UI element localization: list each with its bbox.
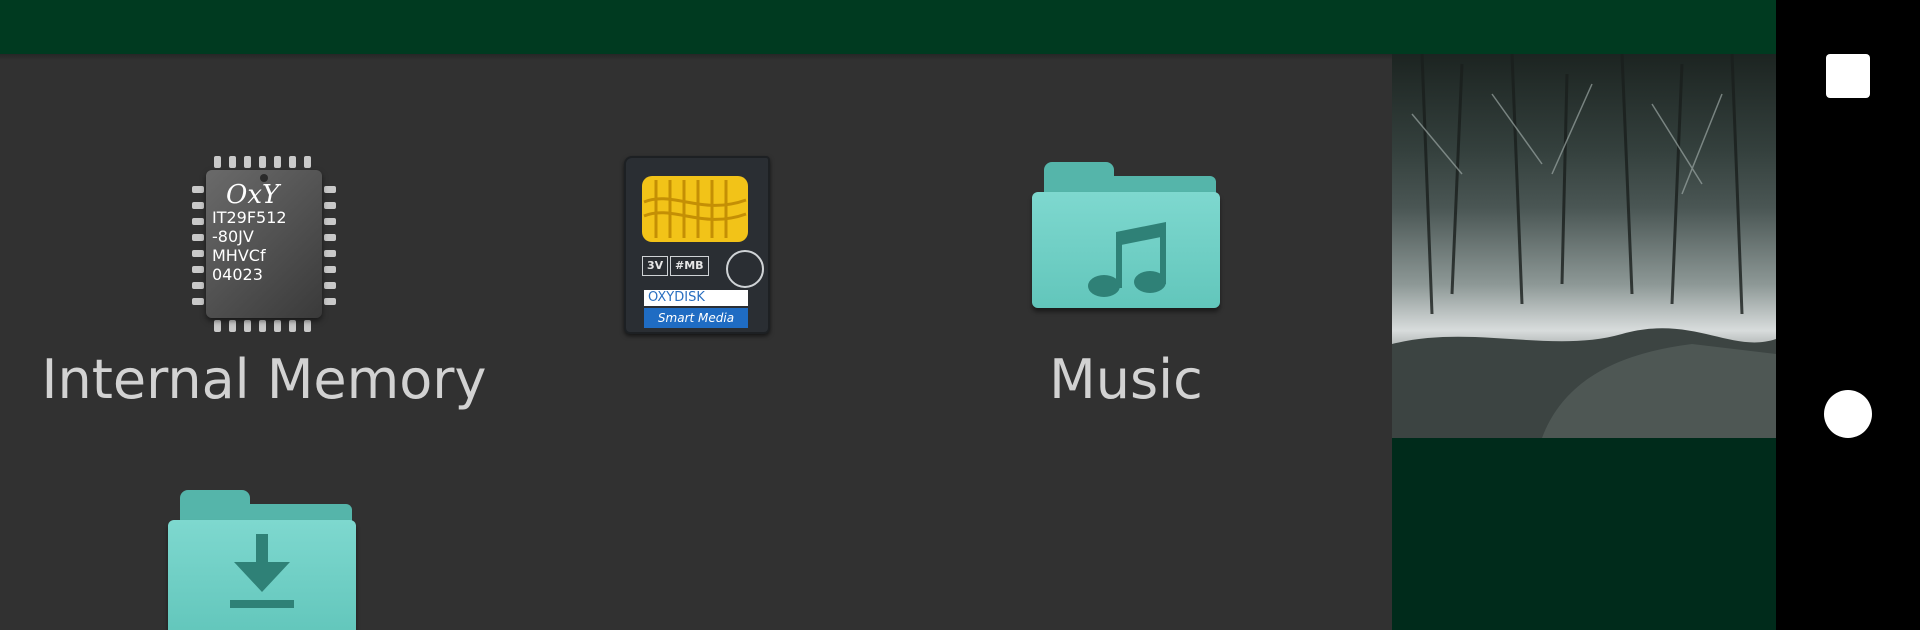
card-size-badge: #MB [670,256,709,276]
home-button[interactable] [1824,390,1872,438]
chip-logo: OxY [226,180,280,210]
chip-line: IT29F512 [212,208,287,227]
download-icon [230,534,294,608]
app-bar [0,0,1776,54]
app-bar-shadow [0,54,1392,60]
tile-label-music: Music [1049,348,1203,411]
chip-line: MHVCf [212,246,266,265]
forest-artwork [1392,54,1776,438]
now-playing-panel [1392,438,1776,630]
music-folder-icon [1028,162,1224,318]
card-type: Smart Media [644,308,748,328]
chip-line: -80JV [212,227,254,246]
chip-line: 04023 [212,265,263,284]
card-circle [726,250,764,288]
card-brand: OXYDISK [644,290,748,306]
card-contact-lines [643,180,747,238]
smart-media-card-icon: 3V #MB OXYDISK Smart Media [624,156,770,334]
file-browser-screen: OxY IT29F512 -80JV MHVCf 04023 Internal … [0,0,1920,630]
tile-download[interactable] [164,488,364,630]
recents-button[interactable] [1826,54,1870,98]
tile-internal-memory[interactable]: OxY IT29F512 -80JV MHVCf 04023 Internal … [40,150,488,420]
tile-label-internal-memory: Internal Memory [41,348,487,411]
system-nav-bar [1776,0,1920,630]
download-folder-icon [164,490,360,630]
music-note-icon [1088,222,1166,297]
album-art-image[interactable] [1392,54,1776,438]
tile-smart-media[interactable]: 3V #MB OXYDISK Smart Media [560,150,830,400]
card-contacts [642,176,748,242]
chip-markings: IT29F512 -80JV MHVCf 04023 [212,208,287,284]
tile-music[interactable]: Music [926,150,1326,420]
card-voltage-badge: 3V [642,256,669,276]
memory-chip-icon: OxY IT29F512 -80JV MHVCf 04023 [186,154,342,334]
